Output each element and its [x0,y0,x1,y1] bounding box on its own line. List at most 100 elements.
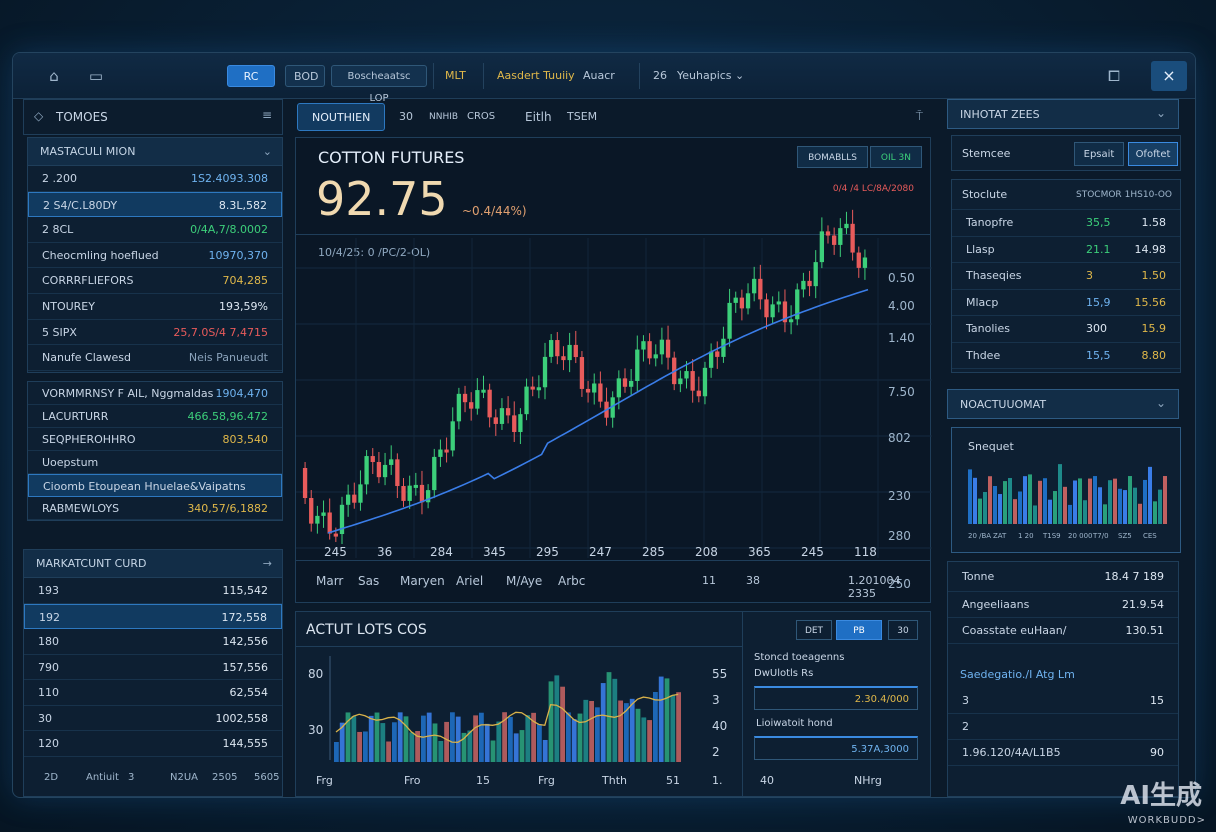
list-item[interactable]: 192 172,558 [24,603,282,629]
candle-body [850,223,855,253]
list-item[interactable]: LACURTURR 466.58,96.472 [28,405,282,428]
list-item[interactable]: 2 8CL 0/4A,7/8.0002 [28,217,282,243]
list-item[interactable]: Nanufe Clawesd Neis Panueudt [28,345,282,371]
period-button-1[interactable]: DET [796,620,832,640]
right-mini-chart: Snequet 20 /BA ZAT 1 20 T1S9 20 000 T7/0 SZ5 CE… [951,427,1181,553]
detail-row[interactable]: Angeeliaans 21.9.54 [948,592,1178,618]
row-value: 10970,370 [208,248,269,262]
toolbar-button-search[interactable]: Boscheaatsc LOP [331,65,427,104]
list-item[interactable]: 30 1002,558 [24,706,282,731]
list-item[interactable]: SEQPHEROHHRO 803,540 [28,428,282,451]
candlestick-chart[interactable]: 0.504.001.407.50802230280250245 36 284 345 2… [296,138,932,604]
list-item[interactable]: Cioomb Etoupean Hnuelae&Vaipatns [28,474,282,497]
mini-bar [1078,478,1082,524]
toolbar-count: 26 [653,69,667,82]
menu-icon[interactable]: ≡ [262,108,272,122]
y-tick-label: 80 [308,667,323,681]
side-value-2[interactable]: 5.37A,3000 [754,736,918,760]
period-button-2[interactable]: PB [836,620,882,640]
list-item[interactable]: 2 S4/C.L80DY 8.3L,582 [28,191,282,218]
list-item[interactable]: CORRRFLIEFORS 704,285 [28,268,282,294]
side-value-1[interactable]: 2.30.4/000 [754,686,918,710]
filter-button-b[interactable]: Ofoftet [1128,142,1178,166]
tab-4[interactable]: CROS [459,103,503,131]
row-value: Neis Panueudt [188,351,268,365]
toolbar-button-bod[interactable]: BOD [285,65,325,87]
candle-body [530,386,535,390]
volume-chart[interactable]: 80 30 55 3 40 2 Frg Fro 15 Frg Thth 51 1. [296,648,742,798]
home-icon[interactable]: ⌂ [43,65,65,87]
mini-bar-chart[interactable]: 20 /BA ZAT 1 20 T1S9 20 000 T7/0 SZ5 CES [952,428,1182,554]
list-item[interactable]: VORMMRNSY F AlL, Nggmaldas 1904,470 [28,382,282,405]
period-button-3[interactable]: 30 [888,620,918,640]
row-value: 193,59% [219,299,268,313]
table-row[interactable]: Llasp 21.1 14.98 [952,237,1180,263]
left-section-header[interactable]: MASTACULI MION ⌄ [28,138,282,166]
table-row[interactable]: Tanolies 300 15.9 [952,316,1180,343]
window-icon[interactable]: ▭ [85,65,107,87]
row-value-b: 8.80 [1141,348,1167,362]
settings-icon[interactable]: ⍑ [916,109,923,124]
row-label: 5 SIPX [42,325,77,339]
list-item[interactable]: 110 62,554 [24,680,282,706]
right-section-2[interactable]: NOACTUUOMAT ⌄ [947,389,1179,419]
candle-body [407,485,412,501]
maximize-icon[interactable]: ⧠ [1103,65,1125,87]
list-item[interactable]: NTOUREY 193,59% [28,294,282,320]
month-label-right: 11 [702,574,716,587]
detail-row[interactable]: 2 [948,714,1178,740]
table-row[interactable]: Tanopfre 35,5 1.58 [952,210,1180,237]
toolbar-feed[interactable]: Aasdert Tuuiiy [497,65,575,87]
list-item[interactable]: Cheocmling hoeflued 10970,370 [28,243,282,269]
row-label: Tanopfre [966,216,1014,229]
x-tick-label: Thth [601,774,627,787]
row-label: 193 [38,584,59,597]
volume-bar [444,721,449,762]
volume-bar [548,681,554,762]
list-item[interactable]: Uoepstum [28,451,282,474]
volume-bar [363,731,368,762]
mini-x-label: SZ5 [1118,532,1132,540]
row-value: 18.4 7 189 [1104,570,1164,583]
mini-bar [1038,480,1042,524]
detail-row[interactable]: 1.96.120/4A/L1B5 90 [948,740,1178,766]
toolbar-button-rc[interactable]: RC [227,65,275,87]
tab-5[interactable]: Eitlh [517,103,560,131]
y-tick-label: 7.50 [888,385,915,399]
volume-bar [537,724,542,762]
filter-button-a[interactable]: Epsait [1074,142,1124,166]
volume-bar [670,695,676,762]
footer-cell: N2UA [170,772,199,783]
list-item[interactable]: 180 142,556 [24,629,282,655]
right-header[interactable]: INHOTAT ZEES ⌄ [947,99,1179,129]
table-row[interactable]: Mlacp 15,9 15.56 [952,290,1180,316]
tab-1[interactable]: NOUTHIEN [297,103,386,131]
month-label: Arbc [558,574,586,588]
list-item[interactable]: RABMEWLOYS 340,57/6,1882 [28,497,282,520]
x-tick-label: 285 [642,545,665,559]
tab-2[interactable]: 30 [391,103,421,131]
tab-6[interactable]: TSEM [559,103,605,131]
left-section-header-2[interactable]: MARKATCUNT CURD → [24,550,282,578]
list-item[interactable]: 790 157,556 [24,655,282,680]
close-button[interactable]: × [1151,61,1187,91]
list-item[interactable]: 2 .200 1S2.4093.308 [28,166,282,192]
footer-cell: Antiuit [86,772,119,783]
mini-x-label: 20 000 [1068,532,1093,540]
list-item[interactable]: 120 144,555 [24,731,282,757]
candle-body [370,456,375,463]
toolbar-author[interactable]: Auacr [583,65,615,87]
row-label: 1.96.120/4A/L1B5 [962,746,1061,759]
toolbar-mlt[interactable]: MLT [445,65,466,87]
table-row[interactable]: Thdee 15,5 8.80 [952,343,1180,369]
list-item[interactable]: 5 SIPX 25,7.0S/4 7,4715 [28,320,282,346]
table-row[interactable]: Thaseqies 3 1.50 [952,263,1180,290]
toolbar-menu[interactable]: Yeuhapics ⌄ [677,65,744,87]
list-item[interactable]: 193 115,542 [24,578,282,604]
candle-body [819,231,825,263]
detail-row[interactable]: 3 15 [948,688,1178,714]
detail-row[interactable]: Tonne 18.4 7 189 [948,562,1178,592]
volume-bar [658,676,664,762]
detail-row[interactable]: Coasstate euHaan/130.51 [948,618,1178,644]
volume-bar [589,700,594,762]
